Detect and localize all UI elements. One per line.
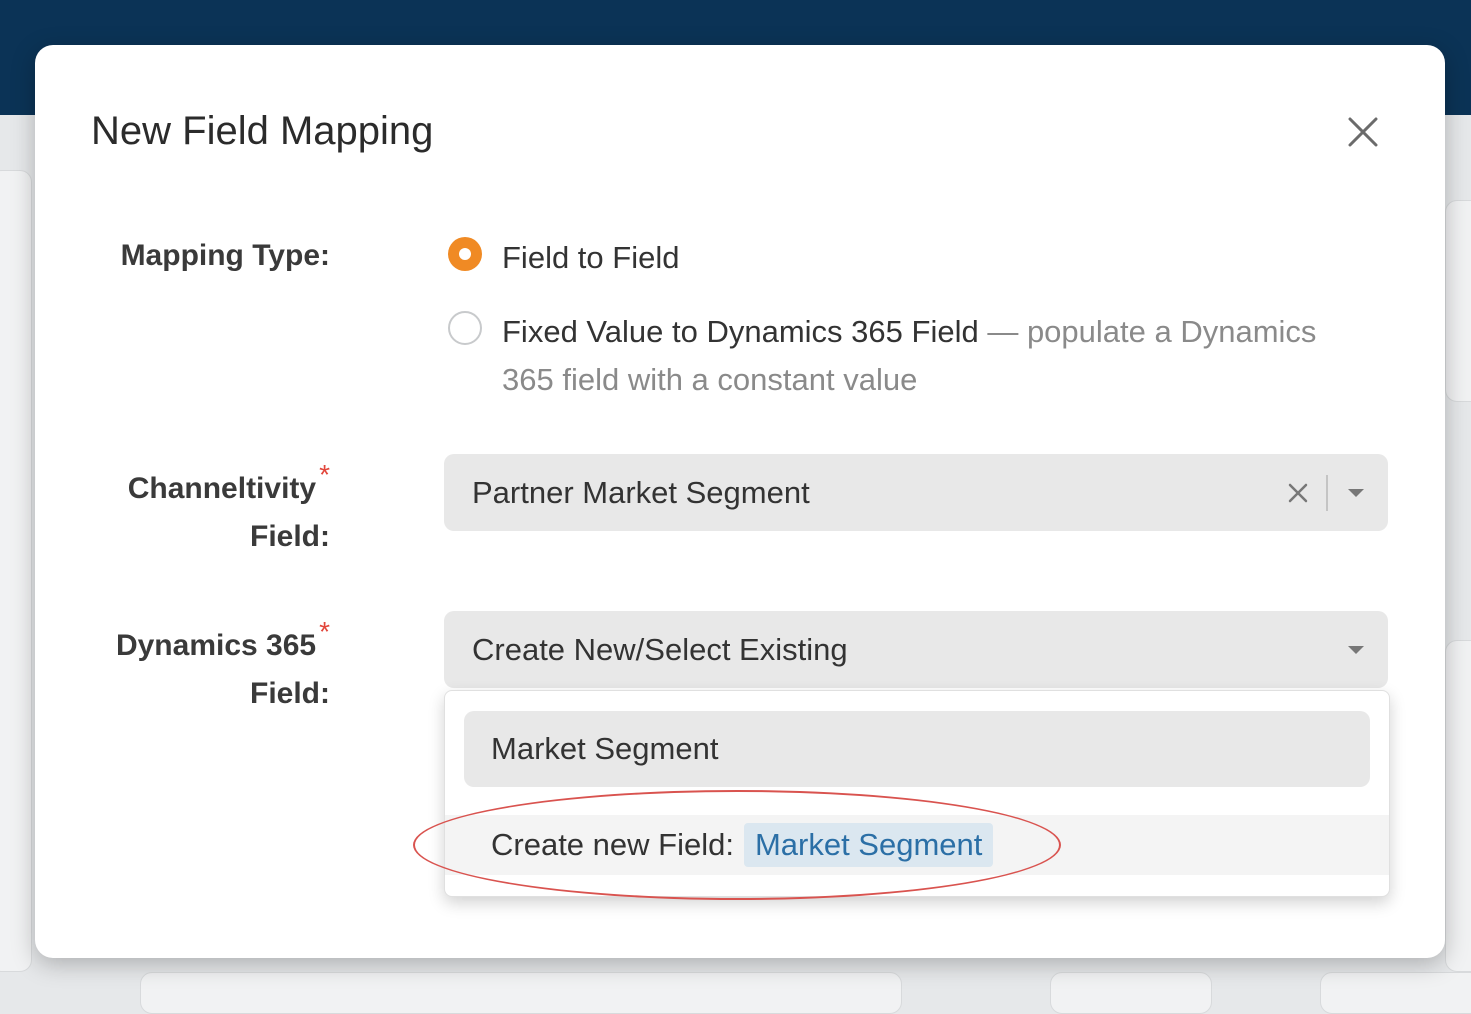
background-panel	[0, 170, 32, 972]
required-asterisk: *	[319, 459, 330, 490]
channeltivity-field-value: Partner Market Segment	[472, 474, 810, 510]
radio-fixed-value-label: Fixed Value to Dynamics 365 Field — popu…	[502, 308, 1368, 404]
dynamics-field-select[interactable]: Create New/Select Existing	[444, 611, 1388, 688]
field-mapping-modal: New Field Mapping Mapping Type: Field to…	[35, 45, 1445, 958]
dropdown-search-input[interactable]	[464, 711, 1370, 787]
channeltivity-label-line2: Field:	[250, 520, 330, 553]
required-asterisk: *	[319, 616, 330, 647]
clear-selection-button[interactable]	[1278, 473, 1318, 513]
chevron-down-icon	[1348, 488, 1364, 497]
background-panel	[140, 972, 902, 1014]
close-icon	[1348, 117, 1378, 147]
dynamics-field-placeholder: Create New/Select Existing	[472, 631, 848, 667]
channeltivity-label-line1: Channeltivity	[127, 472, 317, 505]
radio-field-to-field-label: Field to Field	[502, 240, 680, 275]
clear-x-icon	[1288, 483, 1308, 502]
create-new-field-prefix: Create new Field:	[491, 827, 734, 862]
channeltivity-field-select[interactable]: Partner Market Segment	[444, 454, 1388, 531]
background-panel	[1050, 972, 1212, 1014]
dynamics-label-line2: Field:	[250, 677, 330, 710]
radio-selected-icon[interactable]	[448, 237, 482, 271]
create-new-field-value: Market Segment	[743, 823, 994, 867]
fixed-value-title: Fixed Value to Dynamics 365 Field	[502, 314, 979, 349]
dynamics-label-line1: Dynamics 365	[115, 629, 317, 662]
dynamics-field-dropdown: Create new Field: Market Segment	[444, 690, 1390, 897]
background-panel	[1445, 200, 1471, 402]
dynamics-field-label: Dynamics 365 * Field:	[75, 616, 330, 718]
chevron-down-icon	[1348, 645, 1364, 654]
background-panel	[1320, 972, 1471, 1014]
mapping-type-label-text: Mapping Type:	[120, 239, 330, 272]
select-separator	[1326, 474, 1328, 511]
dynamics-dropdown-toggle[interactable]	[1336, 630, 1376, 670]
mapping-type-label: Mapping Type:	[95, 232, 330, 280]
close-button[interactable]	[1341, 110, 1385, 154]
modal-title: New Field Mapping	[91, 109, 434, 153]
radio-field-to-field[interactable]: Field to Field	[448, 234, 679, 282]
radio-fixed-value[interactable]: Fixed Value to Dynamics 365 Field — popu…	[448, 308, 1368, 404]
create-new-field-option[interactable]: Create new Field: Market Segment	[445, 815, 1389, 875]
background-panel	[1445, 640, 1471, 972]
radio-unselected-icon[interactable]	[448, 311, 482, 345]
channeltivity-field-label: Channeltivity * Field:	[75, 459, 330, 561]
channeltivity-dropdown-toggle[interactable]	[1336, 473, 1376, 513]
